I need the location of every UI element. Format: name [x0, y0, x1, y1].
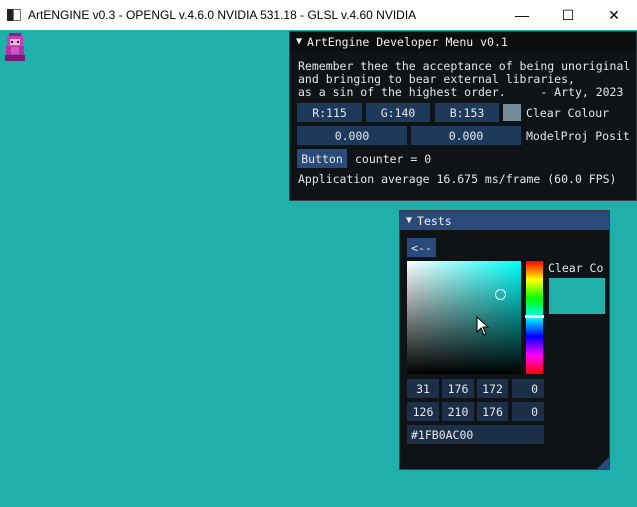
- mouse-cursor-icon: [476, 316, 489, 336]
- collapse-triangle-icon[interactable]: ▼: [296, 36, 302, 47]
- developer-menu-title: ArtEngine Developer Menu v0.1: [307, 34, 508, 49]
- close-button[interactable]: ✕: [591, 0, 637, 30]
- color-r-field[interactable]: R:115: [297, 103, 362, 122]
- clear-colour-picker-label: Clear Co: [548, 261, 604, 275]
- color-hsv-s[interactable]: 210: [442, 402, 474, 421]
- clear-colour-preview: [549, 278, 605, 314]
- back-button[interactable]: <--: [407, 238, 436, 257]
- tests-title: Tests: [417, 213, 452, 228]
- collapse-triangle-icon[interactable]: ▼: [406, 215, 412, 226]
- counter-button[interactable]: Button: [297, 149, 347, 168]
- minimize-button[interactable]: —: [499, 0, 545, 30]
- modelproj-label: ModelProj Posit: [526, 129, 630, 143]
- quote-line-3: as a sin of the highest order. - Arty, 2…: [298, 85, 624, 99]
- hue-slider[interactable]: [525, 261, 544, 374]
- window-title: ArtENGINE v0.3 - OPENGL v.4.6.0 NVIDIA 5…: [28, 8, 417, 22]
- maximize-button[interactable]: ☐: [545, 0, 591, 30]
- color-hsv-v[interactable]: 176: [477, 402, 508, 421]
- color-hex-field[interactable]: #1FB0AC00: [407, 425, 544, 444]
- app-icon: [7, 9, 21, 21]
- tests-header[interactable]: ▼ Tests: [400, 211, 609, 230]
- clear-colour-label: Clear Colour: [526, 106, 610, 120]
- color-int-r[interactable]: 31: [407, 379, 439, 398]
- modelproj-y-field[interactable]: 0.000: [411, 126, 521, 145]
- color-g-field[interactable]: G:140: [366, 103, 430, 122]
- clear-colour-swatch[interactable]: [503, 104, 521, 121]
- character-sprite-icon: [5, 33, 25, 61]
- developer-menu-header[interactable]: ▼ ArtEngine Developer Menu v0.1: [290, 32, 636, 51]
- picker-cursor-icon[interactable]: [495, 289, 506, 300]
- color-int-b[interactable]: 172: [477, 379, 508, 398]
- color-int-g[interactable]: 176: [442, 379, 474, 398]
- developer-menu-window: ▼ ArtEngine Developer Menu v0.1 Remember…: [289, 31, 637, 201]
- fps-text: Application average 16.675 ms/frame (60.…: [298, 172, 617, 186]
- modelproj-x-field[interactable]: 0.000: [297, 126, 407, 145]
- resize-grip-icon[interactable]: [597, 457, 609, 469]
- tests-window: ▼ Tests <-- Clear Co 31 176 172 0 126 21…: [399, 210, 610, 470]
- saturation-value-picker[interactable]: [407, 261, 521, 374]
- window-titlebar: ArtENGINE v0.3 - OPENGL v.4.6.0 NVIDIA 5…: [0, 0, 637, 30]
- hue-marker-icon[interactable]: [525, 315, 544, 318]
- color-hsv-a[interactable]: 0: [512, 402, 544, 421]
- counter-text: counter = 0: [355, 152, 432, 166]
- color-hsv-h[interactable]: 126: [407, 402, 439, 421]
- color-int-a[interactable]: 0: [512, 379, 544, 398]
- color-b-field[interactable]: B:153: [435, 103, 499, 122]
